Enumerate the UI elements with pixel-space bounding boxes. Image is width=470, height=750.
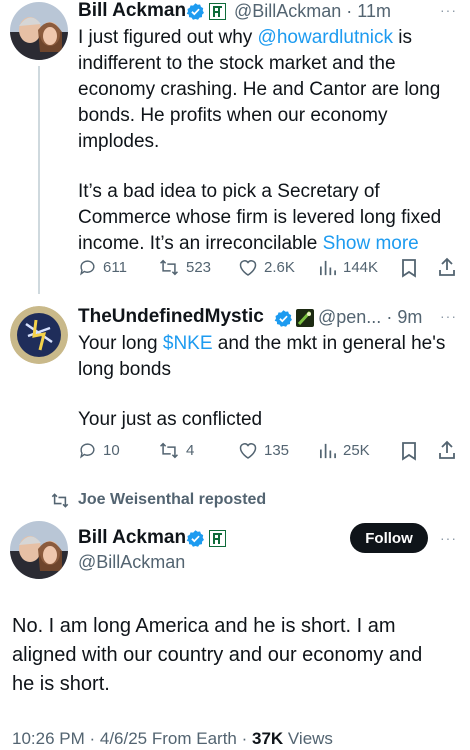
bookmark-icon[interactable] [400, 441, 418, 466]
tweet-line: Commerce whose firm is levered long fixe… [78, 207, 442, 228]
like-count: 2.6K [264, 259, 295, 276]
tweet-line: No. I am long America and he is short. I… [12, 615, 396, 637]
share-icon[interactable] [437, 440, 457, 465]
tweet-line: bonds. He profits when our economy [78, 105, 388, 126]
repost-banner[interactable]: Joe Weisenthal reposted [50, 491, 266, 509]
tweet-body: I just figured out why @howardlutnick is… [78, 25, 463, 257]
tweet-line: indifferent to the stock market and the [78, 53, 396, 74]
reply-button[interactable]: 611 [78, 258, 127, 277]
tweet-line: Your long $NKE and the mkt in general he… [78, 333, 446, 354]
repost-icon [51, 492, 69, 508]
tweet-timestamp[interactable]: 10:26 PM · 4/6/25 From Earth · [12, 729, 252, 748]
like-count: 135 [264, 442, 290, 459]
reply-count: 611 [103, 259, 127, 276]
avatar[interactable] [10, 521, 68, 579]
thread-line [38, 66, 40, 294]
tweet-line: income. It’s an irreconcilable Show more [78, 233, 419, 254]
repost-count: 4 [186, 442, 195, 459]
views-count: 144K [343, 259, 379, 276]
tweet-line: long bonds [78, 359, 171, 380]
author-handle[interactable]: @pen... · 9m [318, 307, 422, 328]
author-name[interactable]: Bill Ackman [78, 527, 186, 549]
repost-icon [159, 259, 179, 276]
repost-banner-text: Joe Weisenthal reposted [78, 491, 267, 508]
repost-icon [159, 442, 179, 459]
reply-button[interactable]: 10 [78, 441, 120, 460]
repost-count: 523 [186, 259, 212, 276]
affiliate-badge-icon [209, 3, 226, 20]
tweet-line: I just figured out why @howardlutnick is [78, 27, 413, 48]
views-icon [319, 260, 336, 276]
tweet-line: It’s a bad idea to pick a Secretary of [78, 181, 380, 202]
avatar[interactable] [10, 306, 68, 364]
author-handle[interactable]: @BillAckman [78, 552, 185, 573]
tweet-time: 11m [357, 1, 391, 21]
more-options-icon[interactable]: ··· [440, 530, 457, 546]
views-count: 37K [251, 729, 284, 748]
tweet-body: Your long $NKE and the mkt in general he… [78, 331, 463, 433]
tweet-line: aligned with our country and our economy… [12, 644, 423, 666]
views-icon [319, 443, 336, 459]
affiliate-badge-icon [209, 530, 226, 552]
repost-button[interactable]: 4 [158, 441, 194, 460]
tweet-time: 9m [397, 307, 423, 327]
follow-button[interactable]: Follow [350, 523, 428, 553]
reply-icon [80, 260, 95, 276]
avatar[interactable] [10, 2, 68, 60]
views-button[interactable]: 25K [318, 441, 370, 460]
tweet-body: No. I am long America and he is short. I… [12, 612, 462, 699]
show-more-link[interactable]: Show more [323, 233, 419, 254]
verified-badge-icon [186, 529, 205, 548]
views-count: 25K [343, 442, 370, 459]
verified-badge-icon [186, 2, 205, 21]
like-button[interactable]: 2.6K [238, 258, 295, 277]
cashtag-link[interactable]: $NKE [163, 333, 213, 354]
verified-badge-icon [274, 309, 293, 328]
heart-icon [239, 260, 257, 276]
share-icon[interactable] [437, 257, 457, 282]
mention-link[interactable]: @howardlutnick [258, 27, 393, 48]
views-label: Views [283, 729, 333, 748]
views-button[interactable]: 144K [318, 258, 378, 277]
reply-icon [80, 443, 95, 459]
author-handle[interactable]: @BillAckman · 11m [234, 1, 391, 22]
repost-button[interactable]: 523 [158, 258, 211, 277]
tweet-line: implodes. [78, 131, 160, 152]
tweet-meta: 10:26 PM · 4/6/25 From Earth · 37K Views [12, 729, 333, 749]
tweet-line: economy crashing. He and Cantor are long [78, 79, 441, 100]
tweet-line: Your just as conflicted [78, 409, 263, 430]
heart-icon [239, 443, 257, 459]
tweet-line: he is short. [12, 673, 110, 695]
author-name[interactable]: TheUndefinedMystic [78, 306, 264, 328]
reply-count: 10 [103, 442, 120, 459]
affiliate-badge-icon [296, 309, 314, 332]
author-name[interactable]: Bill Ackman [78, 0, 186, 22]
like-button[interactable]: 135 [238, 441, 289, 460]
more-options-icon[interactable]: ··· [440, 308, 457, 324]
more-options-icon[interactable]: ··· [440, 2, 457, 18]
bookmark-icon[interactable] [400, 258, 418, 283]
